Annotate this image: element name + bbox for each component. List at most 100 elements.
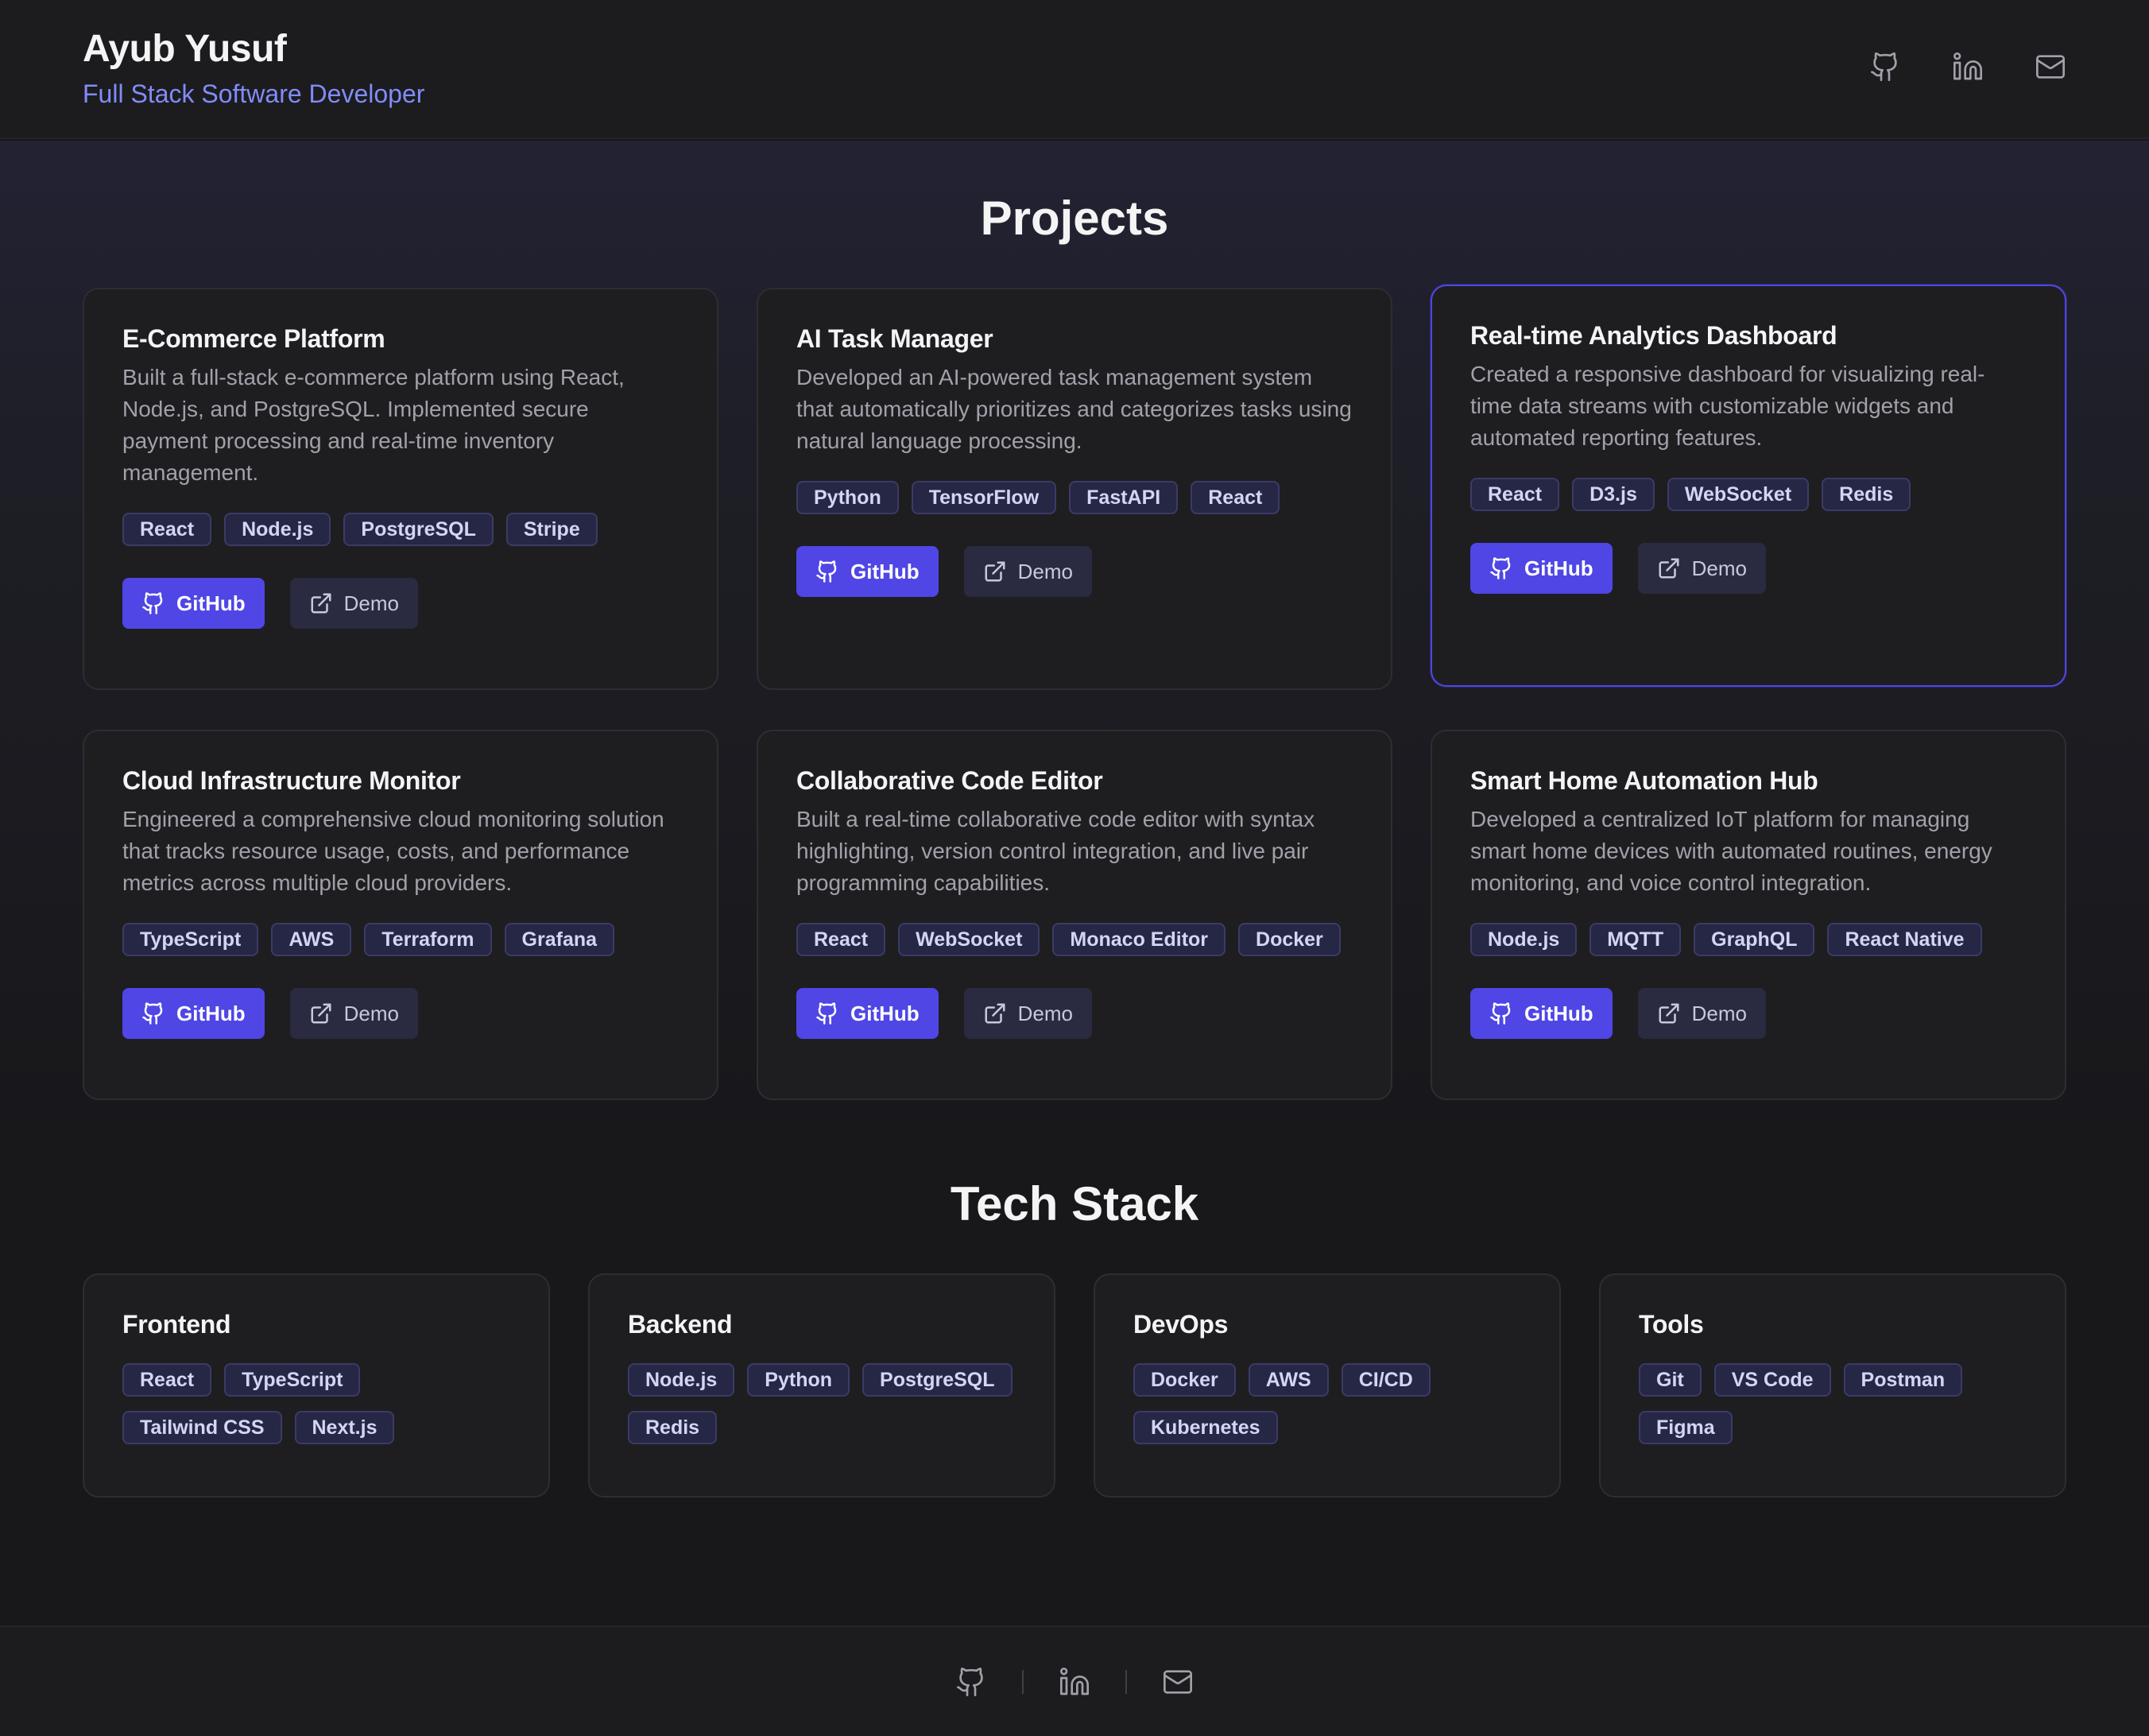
project-tag-list: React Node.js PostgreSQL Stripe	[122, 513, 679, 546]
project-actions: GitHub Demo	[1470, 543, 2027, 594]
site-owner-role: Full Stack Software Developer	[83, 79, 425, 108]
project-description: Built a full-stack e-commerce platform u…	[122, 365, 625, 485]
github-icon	[1489, 556, 1513, 580]
github-button[interactable]: GitHub	[1470, 543, 1613, 594]
footer-divider	[1022, 1669, 1024, 1694]
tech-stack-card: Frontend React TypeScript Tailwind CSS Next.…	[83, 1273, 550, 1498]
project-actions: GitHub Demo	[796, 546, 1353, 597]
tech-tag: Grafana	[504, 923, 615, 956]
tech-tag: Figma	[1639, 1411, 1733, 1444]
project-title: Smart Home Automation Hub	[1470, 766, 1818, 795]
tech-tag: Next.js	[294, 1411, 395, 1444]
external-link-icon	[1657, 556, 1681, 580]
project-card: Cloud Infrastructure Monitor Engineered a…	[83, 730, 718, 1100]
project-tag-list: TypeScript AWS Terraform Grafana	[122, 923, 679, 956]
github-button-label: GitHub	[176, 591, 246, 615]
demo-button[interactable]: Demo	[963, 546, 1093, 597]
tech-tag: React	[122, 513, 212, 546]
demo-button[interactable]: Demo	[963, 988, 1093, 1039]
demo-button[interactable]: Demo	[1637, 543, 1767, 594]
github-button[interactable]: GitHub	[796, 546, 939, 597]
tech-tag: React	[1191, 481, 1280, 514]
project-actions: GitHub Demo	[122, 988, 679, 1039]
tech-tag: Terraform	[364, 923, 492, 956]
tech-tag: Node.js	[1470, 923, 1578, 956]
tech-tag: Node.js	[224, 513, 331, 546]
github-button-label: GitHub	[176, 1001, 246, 1025]
project-tag-list: Python TensorFlow FastAPI React	[796, 481, 1353, 514]
tech-tag: WebSocket	[1667, 478, 1810, 511]
site-header: Ayub Yusuf Full Stack Software Developer	[0, 0, 2149, 139]
github-icon	[815, 560, 839, 583]
demo-button-label: Demo	[1691, 1001, 1748, 1025]
project-tag-list: Node.js MQTT GraphQL React Native	[1470, 923, 2027, 956]
demo-button-label: Demo	[1017, 559, 1074, 583]
tech-tag: Docker	[1238, 923, 1341, 956]
tech-stack-card: Backend Node.js Python PostgreSQL Redis	[588, 1273, 1055, 1498]
project-title: AI Task Manager	[796, 324, 993, 353]
tech-tag: PostgreSQL	[862, 1363, 1013, 1397]
linkedin-icon[interactable]	[1949, 48, 1987, 86]
github-button[interactable]: GitHub	[796, 988, 939, 1039]
github-icon	[815, 1002, 839, 1025]
tech-tag: Stripe	[505, 513, 598, 546]
external-link-icon	[983, 560, 1007, 583]
site-owner-name: Ayub Yusuf	[83, 28, 287, 70]
project-title: E-Commerce Platform	[122, 324, 385, 353]
github-button-label: GitHub	[850, 1001, 920, 1025]
tech-tag: Docker	[1133, 1363, 1236, 1397]
tech-stack-card: Tools Git VS Code Postman Figma	[1599, 1273, 2066, 1498]
tech-tag: React	[122, 1363, 212, 1397]
tech-stack-category-title: DevOps	[1133, 1310, 1229, 1339]
mail-icon[interactable]	[1159, 1663, 1197, 1701]
tech-tag: WebSocket	[898, 923, 1040, 956]
project-actions: GitHub Demo	[796, 988, 1353, 1039]
tech-tag: Git	[1639, 1363, 1702, 1397]
demo-button[interactable]: Demo	[289, 578, 419, 629]
github-button[interactable]: GitHub	[122, 988, 265, 1039]
tech-tag: TypeScript	[122, 923, 259, 956]
demo-button[interactable]: Demo	[289, 988, 419, 1039]
tech-tag: Kubernetes	[1133, 1411, 1278, 1444]
tech-tag: TensorFlow	[911, 481, 1057, 514]
tech-tag: AWS	[1248, 1363, 1329, 1397]
tech-tag: Python	[747, 1363, 850, 1397]
tech-tag: Monaco Editor	[1052, 923, 1226, 956]
project-actions: GitHub Demo	[1470, 988, 2027, 1039]
demo-button[interactable]: Demo	[1637, 988, 1767, 1039]
github-button-label: GitHub	[1524, 556, 1593, 580]
tech-stack-heading: Tech Stack	[950, 1177, 1199, 1230]
tech-tag: Redis	[1822, 478, 1911, 511]
tech-tag: Redis	[628, 1411, 718, 1444]
github-button-label: GitHub	[850, 559, 920, 583]
tech-tag: Postman	[1843, 1363, 1963, 1397]
external-link-icon	[983, 1002, 1007, 1025]
project-description: Developed an AI-powered task management …	[796, 365, 1352, 453]
tech-tag: PostgreSQL	[343, 513, 494, 546]
project-description: Engineered a comprehensive cloud monitor…	[122, 807, 664, 895]
project-title: Collaborative Code Editor	[796, 766, 1103, 795]
tech-stack-tag-list: Node.js Python PostgreSQL Redis	[628, 1363, 1016, 1444]
tech-tag: Tailwind CSS	[122, 1411, 282, 1444]
projects-heading: Projects	[980, 192, 1169, 245]
github-button[interactable]: GitHub	[122, 578, 265, 629]
project-card: Real-time Analytics Dashboard Created a r…	[1431, 285, 2066, 687]
github-icon[interactable]	[952, 1663, 990, 1701]
mail-icon[interactable]	[2031, 48, 2070, 86]
github-icon	[1489, 1002, 1513, 1025]
github-icon[interactable]	[1866, 48, 1904, 86]
github-button[interactable]: GitHub	[1470, 988, 1613, 1039]
external-link-icon	[309, 591, 333, 615]
tech-stack-tag-list: React TypeScript Tailwind CSS Next.js	[122, 1363, 510, 1444]
tech-tag: VS Code	[1713, 1363, 1831, 1397]
demo-button-label: Demo	[1017, 1001, 1074, 1025]
project-title: Cloud Infrastructure Monitor	[122, 766, 461, 795]
demo-button-label: Demo	[1691, 556, 1748, 580]
demo-button-label: Demo	[343, 1001, 400, 1025]
footer-divider	[1125, 1669, 1127, 1694]
project-card: Smart Home Automation Hub Developed a cen…	[1431, 730, 2066, 1100]
site-footer	[0, 1626, 2149, 1736]
project-card: E-Commerce Platform Built a full-stack e-…	[83, 288, 718, 690]
linkedin-icon[interactable]	[1055, 1663, 1094, 1701]
github-icon	[141, 1002, 165, 1025]
